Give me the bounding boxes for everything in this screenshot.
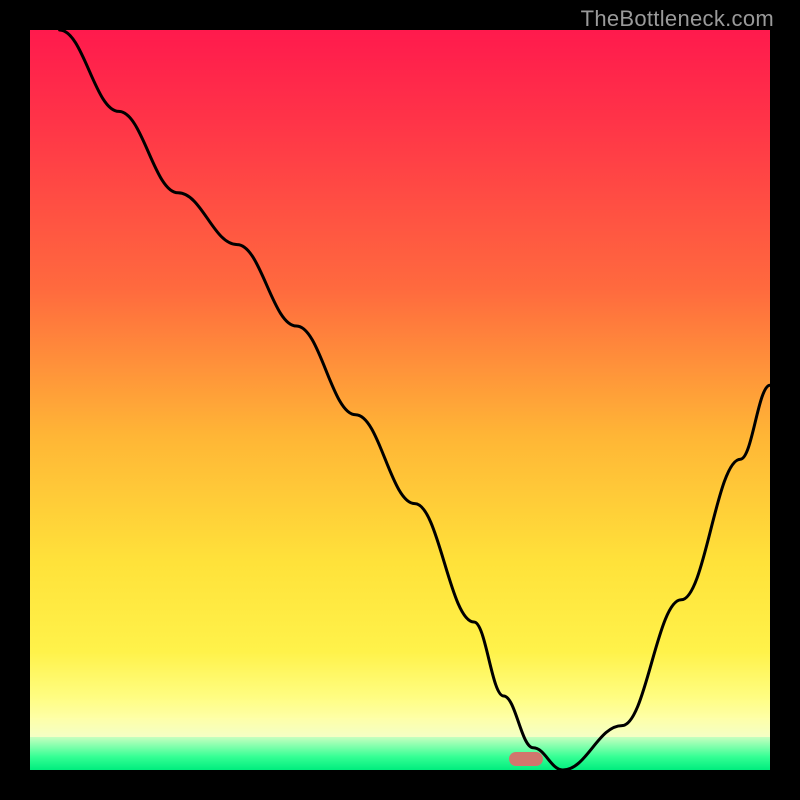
optimum-marker — [509, 752, 543, 766]
watermark-text: TheBottleneck.com — [581, 6, 774, 32]
bottleneck-curve — [30, 30, 770, 770]
plot-area — [30, 30, 770, 770]
chart-frame: TheBottleneck.com — [0, 0, 800, 800]
